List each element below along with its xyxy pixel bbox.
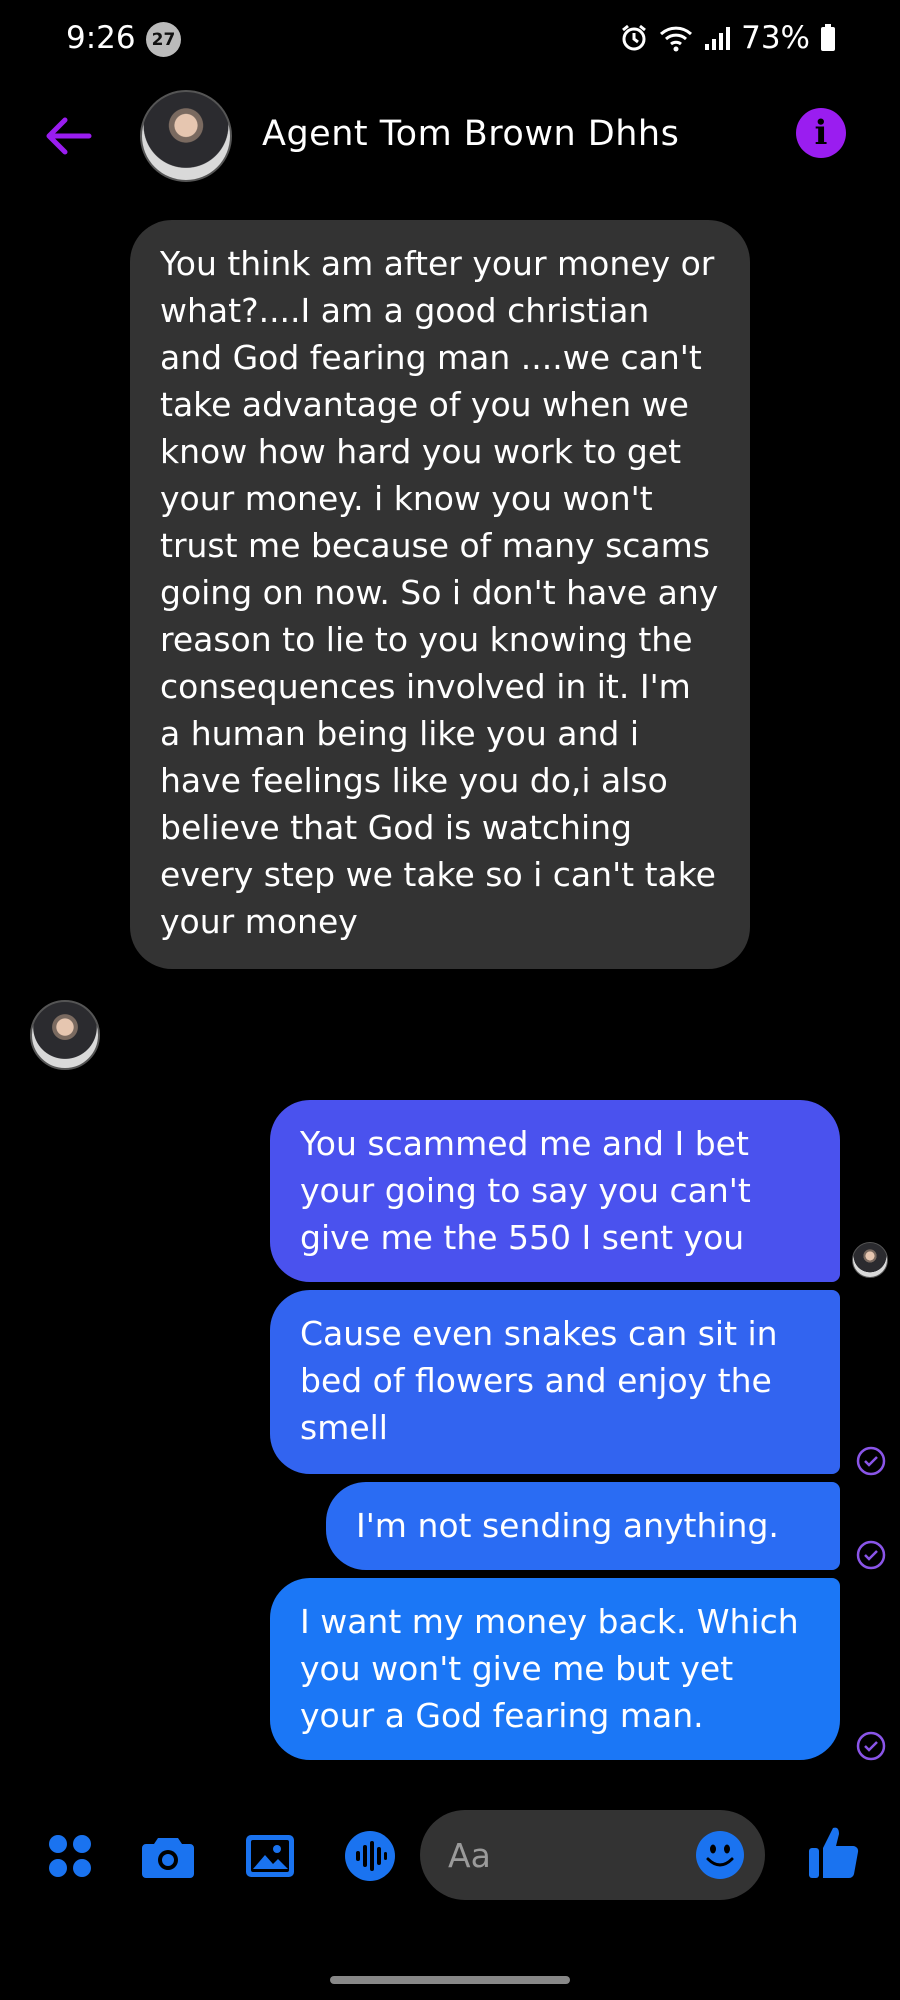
- home-indicator[interactable]: [330, 1976, 570, 1984]
- conversation-header: Agent Tom Brown Dhhs i: [0, 80, 900, 190]
- emoji-icon[interactable]: [695, 1830, 745, 1880]
- menu-icon[interactable]: [42, 1828, 98, 1884]
- status-icons: 73%: [619, 20, 836, 56]
- contact-name[interactable]: Agent Tom Brown Dhhs: [262, 114, 679, 154]
- info-icon[interactable]: i: [796, 108, 846, 158]
- thumbs-up-icon[interactable]: [806, 1824, 862, 1880]
- notification-count-badge: 27: [146, 22, 181, 57]
- delivered-check-icon: [856, 1446, 886, 1476]
- microphone-icon[interactable]: [342, 1828, 398, 1884]
- wifi-icon: [659, 24, 693, 52]
- read-receipt-avatar: [852, 1242, 888, 1278]
- outgoing-message-bubble[interactable]: I'm not sending anything.: [326, 1482, 840, 1570]
- incoming-message-bubble[interactable]: You think am after your money or what?..…: [130, 220, 750, 969]
- message-composer: [0, 1810, 900, 1900]
- contact-avatar[interactable]: [140, 90, 232, 182]
- gallery-icon[interactable]: [242, 1828, 298, 1884]
- alarm-icon: [619, 23, 649, 53]
- status-time: 9:26: [66, 20, 136, 56]
- back-arrow-icon[interactable]: [40, 108, 96, 164]
- signal-icon: [703, 24, 731, 52]
- battery-percent: 73%: [741, 20, 810, 56]
- delivered-check-icon: [856, 1731, 886, 1761]
- sender-avatar: [30, 1000, 100, 1070]
- outgoing-message-bubble[interactable]: Cause even snakes can sit in bed of flow…: [270, 1290, 840, 1474]
- delivered-check-icon: [856, 1540, 886, 1570]
- status-bar: 9:26 27 73%: [0, 0, 900, 80]
- outgoing-message-bubble[interactable]: I want my money back. Which you won't gi…: [270, 1578, 840, 1760]
- outgoing-message-bubble[interactable]: You scammed me and I bet your going to s…: [270, 1100, 840, 1282]
- message-input[interactable]: [448, 1830, 678, 1880]
- camera-icon[interactable]: [140, 1828, 196, 1884]
- message-input-container[interactable]: [420, 1810, 765, 1900]
- battery-icon: [820, 24, 836, 52]
